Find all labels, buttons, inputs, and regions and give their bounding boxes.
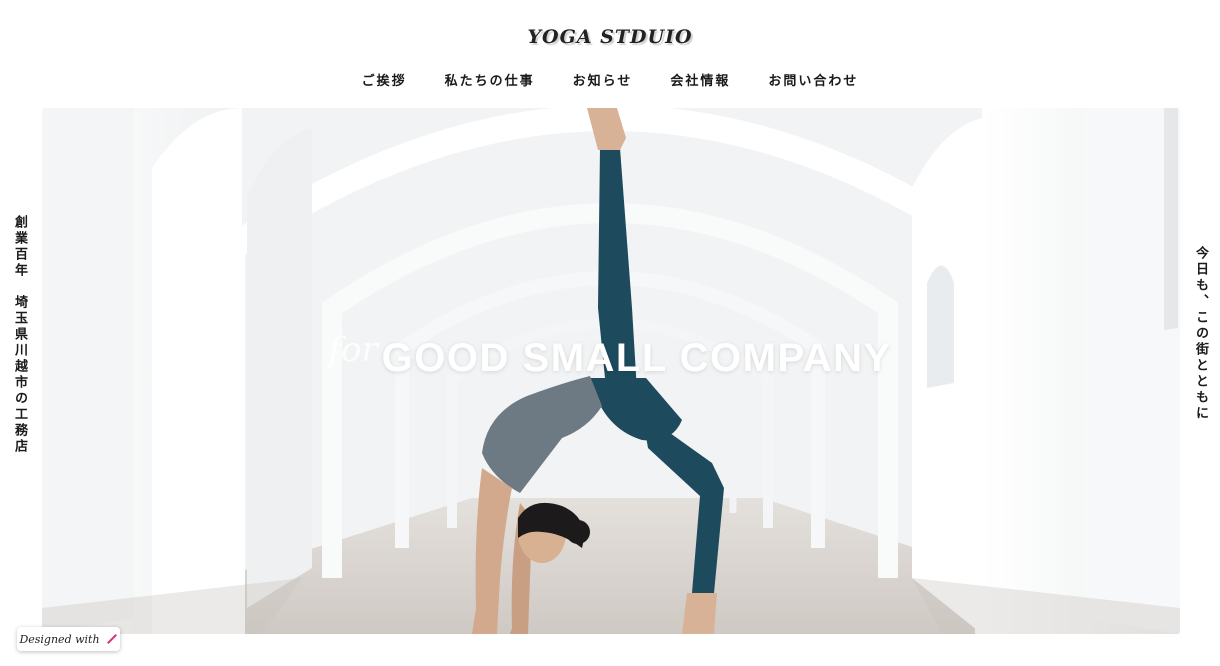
vertical-text-right: 今日も、この街とともに [1193,246,1208,422]
badge-label: Designed with [19,632,100,646]
designed-with-badge[interactable]: Designed with [17,627,120,651]
site-logo[interactable]: YOGA STDUIO [0,26,1220,48]
nav-item-greeting[interactable]: ご挨拶 [362,70,407,89]
hero-image [42,108,1180,634]
nav-item-company-info[interactable]: 会社情報 [670,70,730,89]
page: YOGA STDUIO ご挨拶 私たちの仕事 お知らせ 会社情報 お問い合わせ [0,0,1220,666]
vertical-text-left: 創業百年 埼玉県川越市の工務店 [12,215,27,455]
nav-item-news[interactable]: お知らせ [573,70,633,89]
pen-icon [106,634,117,644]
hero-arcade-illustration [42,108,1180,634]
main-nav: ご挨拶 私たちの仕事 お知らせ 会社情報 お問い合わせ [0,70,1220,89]
nav-item-contact[interactable]: お問い合わせ [768,70,858,89]
nav-item-our-work[interactable]: 私たちの仕事 [445,70,535,89]
